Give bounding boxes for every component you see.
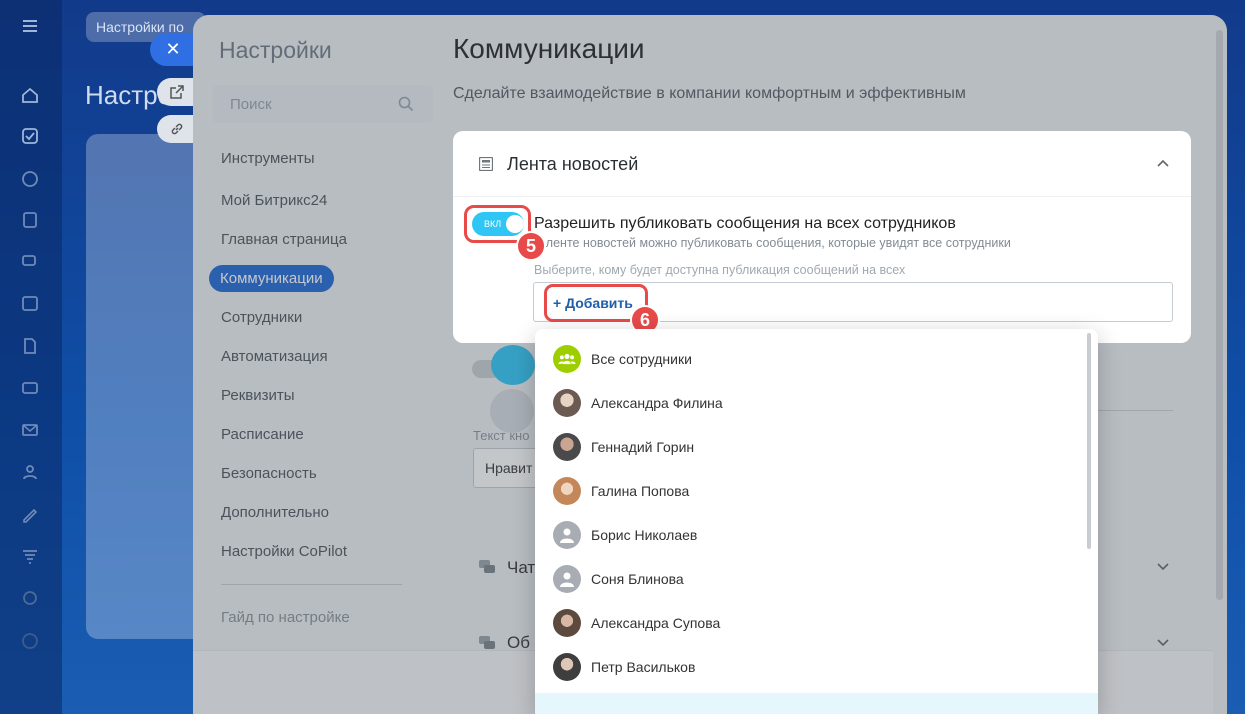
mail-icon[interactable] (19, 419, 41, 441)
crm-icon[interactable] (19, 168, 41, 190)
dropdown-item-label: Александра Супова (591, 615, 721, 631)
dropdown-item-label: Борис Николаев (591, 527, 698, 543)
dropdown-item-label: Петр Васильков (591, 659, 696, 675)
help-icon[interactable] (19, 630, 41, 652)
dropdown-item-user[interactable]: Александра Супова (535, 601, 1098, 645)
calendar-icon[interactable] (19, 292, 41, 314)
external-link-icon (170, 85, 184, 99)
user-avatar (553, 477, 581, 505)
dropdown-item-label: Все сотрудники (591, 351, 692, 367)
dropdown-item-label: Галина Попова (591, 483, 690, 499)
user-avatar (553, 609, 581, 637)
sign-icon[interactable] (19, 503, 41, 525)
dropdown-item-user[interactable]: Геннадий Горин (535, 425, 1098, 469)
user-icon (553, 565, 581, 593)
news-icon (479, 157, 493, 171)
dropdown-item-user[interactable]: Александра Филина (535, 381, 1098, 425)
copy-link-button[interactable] (157, 115, 197, 143)
close-slider-button[interactable]: ✕ (150, 33, 196, 66)
toggle-state-label: ВКЛ (484, 219, 502, 229)
home-icon[interactable] (19, 84, 41, 106)
news-feed-title: Лента новостей (507, 154, 639, 174)
card-icon[interactable] (19, 377, 41, 399)
group-icon (553, 345, 581, 373)
contacts-icon[interactable] (19, 461, 41, 483)
dropdown-item-hovered[interactable] (535, 693, 1098, 714)
card-divider (453, 196, 1191, 197)
analytics-icon[interactable] (19, 587, 41, 609)
dropdown-item-user[interactable]: Соня Блинова (535, 557, 1098, 601)
publish-option-title: Разрешить публиковать сообщения на всех … (534, 215, 956, 232)
dropdown-item-label: Александра Филина (591, 395, 723, 411)
document-icon[interactable] (19, 209, 41, 231)
filter-icon[interactable] (19, 545, 41, 567)
user-avatar (553, 433, 581, 461)
publish-option-description: В ленте новостей можно публиковать сообщ… (534, 236, 1011, 250)
chat-icon[interactable] (19, 251, 41, 273)
dropdown-item-label: Геннадий Горин (591, 439, 695, 455)
task-icon[interactable] (19, 125, 41, 147)
user-avatar (553, 389, 581, 417)
add-recipient-button[interactable]: + Добавить (553, 295, 633, 311)
dropdown-item-user[interactable]: Борис Николаев (535, 513, 1098, 557)
dropdown-item-user[interactable]: Галина Попова (535, 469, 1098, 513)
step-badge-5: 5 (516, 231, 546, 261)
file-icon[interactable] (19, 335, 41, 357)
dropdown-item-label: Соня Блинова (591, 571, 684, 587)
recipients-dropdown: Все сотрудники Александра Филина Геннади… (535, 329, 1098, 714)
dropdown-item-user[interactable]: Петр Васильков (535, 645, 1098, 689)
chevron-up-icon[interactable] (1156, 157, 1170, 171)
link-icon (171, 123, 183, 135)
left-navigation (0, 0, 62, 714)
dropdown-item-all-employees[interactable]: Все сотрудники (535, 337, 1098, 381)
toggle-knob (506, 215, 524, 233)
dropdown-scrollbar[interactable] (1087, 333, 1091, 549)
menu-icon[interactable] (19, 15, 41, 37)
background-panel (86, 134, 206, 639)
user-icon (553, 521, 581, 549)
close-icon: ✕ (165, 39, 181, 59)
select-recipients-label: Выберите, кому будет доступна публикация… (534, 263, 906, 277)
open-in-new-tab-button[interactable] (157, 78, 197, 106)
user-avatar (553, 653, 581, 681)
